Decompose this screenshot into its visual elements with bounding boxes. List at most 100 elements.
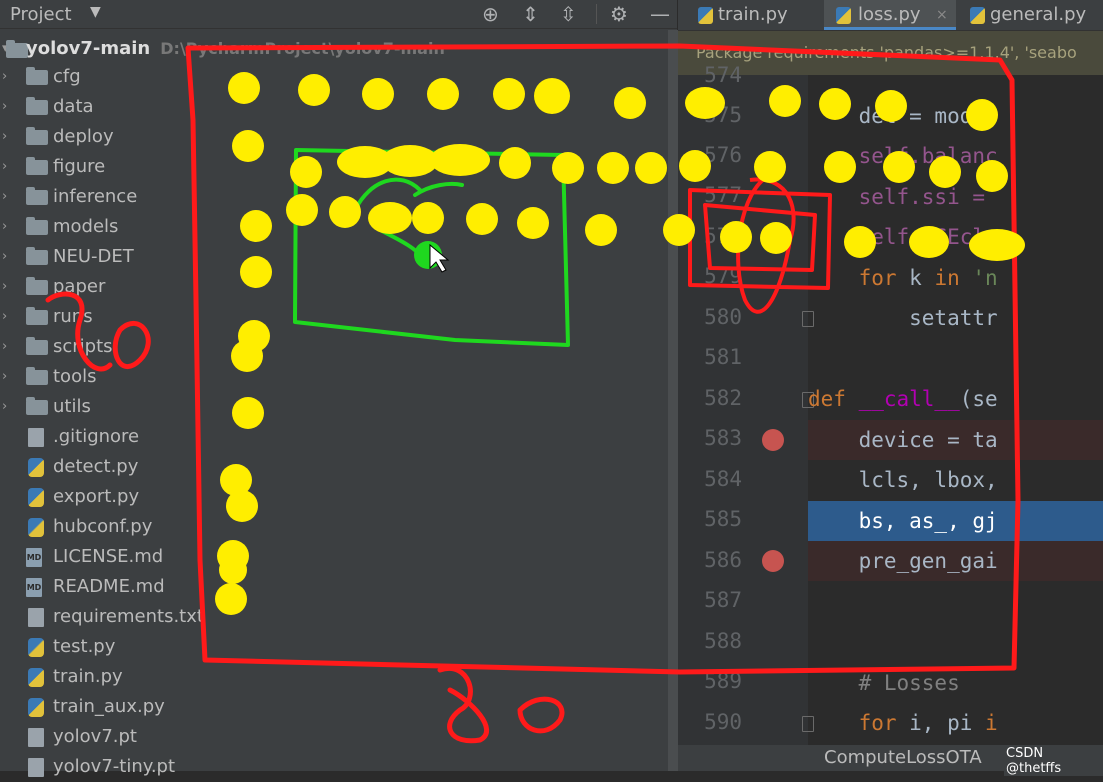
folder-label: deploy [53, 126, 114, 147]
code-line-578[interactable]: self.BCEcls [808, 217, 1103, 257]
code-line-575[interactable]: det = model [808, 96, 1103, 136]
tree-file-item[interactable]: MD README.md [0, 572, 677, 602]
project-panel-title[interactable]: Project [10, 4, 72, 25]
tree-folder-item[interactable]: › models [0, 212, 677, 242]
line-gutter[interactable]: 574 575 576 577 578 579 580 581 582 583 … [678, 63, 814, 745]
chevron-right-icon[interactable]: › [2, 92, 16, 122]
chevron-right-icon[interactable]: › [2, 182, 16, 212]
code-line-576[interactable]: self.balanc [808, 136, 1103, 176]
tree-file-item[interactable]: test.py [0, 632, 677, 662]
code-line-577[interactable]: self.ssi = [808, 177, 1103, 217]
folder-label: cfg [53, 66, 81, 87]
folder-label: utils [53, 396, 91, 417]
folder-icon [26, 97, 48, 115]
tree-folder-item[interactable]: › NEU-DET [0, 242, 677, 272]
line-number: 582 [704, 386, 742, 410]
chevron-right-icon[interactable]: › [2, 212, 16, 242]
tree-folder-item[interactable]: › figure [0, 152, 677, 182]
python-file-icon [28, 698, 44, 717]
code-line-585-current[interactable]: bs, as_, gj [808, 501, 1103, 541]
file-label: test.py [53, 636, 116, 657]
tree-file-item[interactable]: train.py [0, 662, 677, 692]
code-line-590[interactable]: for i, pi i [808, 703, 1103, 743]
breakpoint-icon[interactable] [762, 429, 784, 451]
line-number: 578 [704, 224, 742, 248]
chevron-right-icon[interactable]: › [2, 152, 16, 182]
code-line-584[interactable]: lcls, lbox, [808, 460, 1103, 500]
folder-icon [26, 157, 48, 175]
breakpoint-icon[interactable] [762, 550, 784, 572]
markdown-file-icon: MD [26, 548, 42, 567]
folder-icon [26, 127, 48, 145]
tree-file-item[interactable]: detect.py [0, 452, 677, 482]
tree-file-item[interactable]: .gitignore [0, 422, 677, 452]
tab-train-py[interactable]: train.py [698, 0, 818, 30]
tree-folder-item[interactable]: › utils [0, 392, 677, 422]
tab-general-py[interactable]: general.py [970, 0, 1103, 30]
code-editor: train.py loss.py × general.py Package re… [678, 0, 1103, 776]
gear-icon[interactable]: ⚙ [610, 2, 628, 26]
folder-icon [26, 367, 48, 385]
tree-folder-item[interactable]: › scripts [0, 332, 677, 362]
tree-folder-item[interactable]: › paper [0, 272, 677, 302]
tree-file-item[interactable]: MD LICENSE.md [0, 542, 677, 572]
tree-file-item[interactable]: yolov7.pt [0, 722, 677, 752]
tree-root[interactable]: ▾ yolov7-mainD:\PycharmProject\yolov7-ma… [0, 34, 677, 64]
panel-scrollbar[interactable] [668, 30, 678, 771]
line-number: 588 [704, 629, 742, 653]
code-line-579[interactable]: for k in 'n [808, 258, 1103, 298]
folder-label: models [53, 216, 119, 237]
file-label: train.py [53, 666, 123, 687]
folder-label: paper [53, 276, 106, 297]
chevron-right-icon[interactable]: › [2, 62, 16, 92]
tree-folder-item[interactable]: › inference [0, 182, 677, 212]
folder-icon [26, 277, 48, 295]
locate-icon[interactable]: ⊕ [482, 2, 499, 26]
tree-folder-item[interactable]: › runs [0, 302, 677, 332]
tree-file-item[interactable]: hubconf.py [0, 512, 677, 542]
markdown-file-icon: MD [26, 578, 42, 597]
project-toolbar: Project ▼ ⊕ ⇕ ⇳ ⚙ — [0, 0, 677, 29]
chevron-right-icon[interactable]: › [2, 302, 16, 332]
python-file-icon [28, 638, 44, 657]
tree-file-item[interactable]: yolov7-tiny.pt [0, 752, 677, 782]
tree-folder-item[interactable]: › cfg [0, 62, 677, 92]
code-line-589[interactable]: # Losses [808, 663, 1103, 703]
python-file-icon [970, 7, 985, 24]
code-line-580[interactable]: setattr [808, 298, 1103, 338]
folder-icon [26, 247, 48, 265]
tab-loss-py[interactable]: loss.py × [824, 0, 956, 30]
line-number: 586 [704, 548, 742, 572]
breadcrumb[interactable]: ComputeLossOTA [824, 747, 982, 768]
tree-folder-item[interactable]: › deploy [0, 122, 677, 152]
tree-file-item[interactable]: requirements.txt [0, 602, 677, 632]
folder-label: inference [53, 186, 138, 207]
minimize-icon[interactable]: — [650, 2, 670, 26]
folder-label: tools [53, 366, 97, 387]
tree-folder-item[interactable]: › data [0, 92, 677, 122]
code-line-582[interactable]: def __call__(se [808, 379, 1103, 419]
expand-all-icon[interactable]: ⇕ [522, 2, 539, 26]
chevron-right-icon[interactable]: › [2, 332, 16, 362]
close-icon[interactable]: × [936, 0, 948, 30]
file-label: requirements.txt [53, 606, 204, 627]
code-line-586[interactable]: pre_gen_gai [808, 541, 1103, 581]
code-line-583[interactable]: device = ta [808, 420, 1103, 460]
python-file-icon [28, 518, 44, 537]
python-file-icon [28, 458, 44, 477]
chevron-right-icon[interactable]: › [2, 242, 16, 272]
chevron-right-icon[interactable]: › [2, 362, 16, 392]
chevron-down-icon[interactable]: ▼ [90, 4, 101, 20]
tab-label: train.py [718, 4, 788, 25]
file-label: .gitignore [53, 426, 140, 447]
collapse-all-icon[interactable]: ⇳ [560, 2, 577, 26]
chevron-right-icon[interactable]: › [2, 122, 16, 152]
chevron-right-icon[interactable]: › [2, 392, 16, 422]
file-label: detect.py [53, 456, 139, 477]
chevron-right-icon[interactable]: › [2, 272, 16, 302]
tree-file-item[interactable]: export.py [0, 482, 677, 512]
tree-folder-item[interactable]: › tools [0, 362, 677, 392]
tree-file-item[interactable]: train_aux.py [0, 692, 677, 722]
folder-icon [6, 40, 28, 58]
file-label: LICENSE.md [53, 546, 164, 567]
